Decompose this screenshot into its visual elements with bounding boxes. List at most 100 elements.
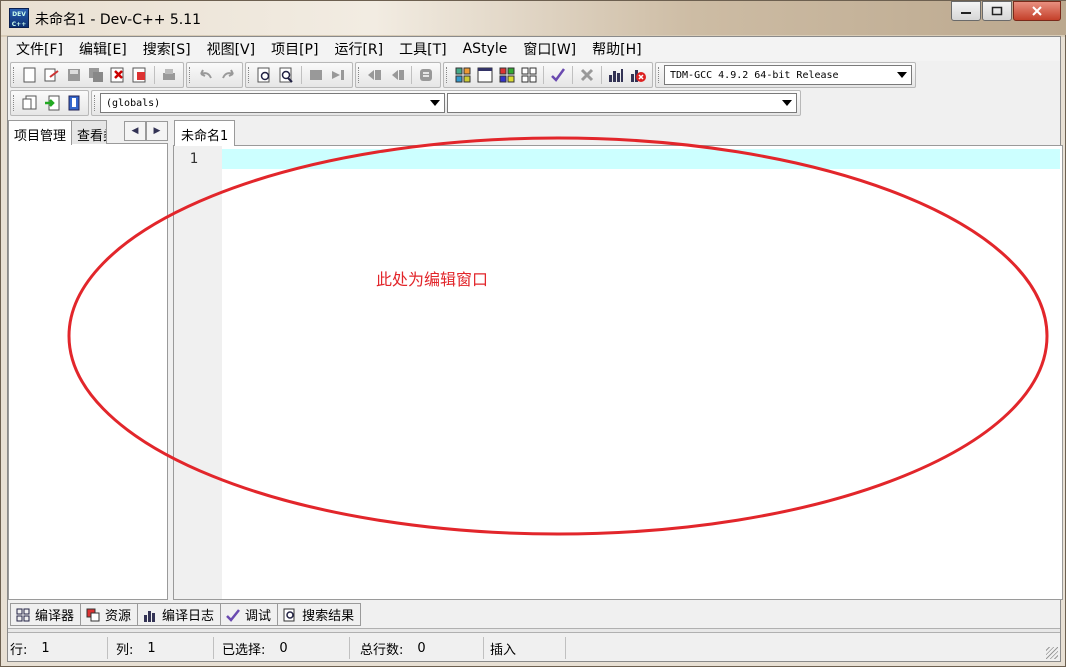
tab-compile-log-label: 编译日志: [162, 609, 215, 624]
tab-search-results-label: 搜索结果: [302, 609, 355, 624]
menu-view[interactable]: 视图[V]: [201, 39, 262, 59]
rebuild-button[interactable]: [519, 65, 539, 85]
save-button[interactable]: [64, 65, 84, 85]
save-all-button[interactable]: [86, 65, 106, 85]
compile-run-icon: [499, 67, 515, 83]
project-panel: 项目管理 查看类 ◀ ▶: [8, 120, 168, 600]
app-window: DEV C++ 未命名1 - Dev-C++ 5.11 文件[F] 编辑[E] 搜…: [0, 0, 1066, 667]
toggle-comment-button[interactable]: [416, 65, 436, 85]
toolbar-indent-group: [355, 62, 441, 88]
main-toolbar: TDM-GCC 4.9.2 64-bit Release: [10, 61, 918, 89]
status-row: 行: 1: [8, 637, 108, 659]
menu-file[interactable]: 文件[F]: [10, 39, 69, 59]
menu-project[interactable]: 项目[P]: [265, 39, 324, 59]
new-project-icon: [22, 95, 37, 110]
status-bar: 行: 1 列: 1 已选择: 0 总行数: 0 插入: [8, 635, 1060, 661]
status-col-value: 1: [147, 640, 156, 656]
run-button[interactable]: [475, 65, 495, 85]
replace-button[interactable]: [277, 65, 297, 85]
close-file-icon: [110, 67, 124, 83]
grid-icon: [15, 607, 31, 623]
menu-run[interactable]: 运行[R]: [328, 39, 389, 59]
bar-chart-icon: [609, 69, 623, 82]
syntax-check-button[interactable]: [548, 65, 568, 85]
editor-tab[interactable]: 未命名1: [174, 120, 236, 147]
tab-debug-label: 调试: [245, 609, 272, 624]
tab-debug[interactable]: 调试: [220, 603, 279, 626]
tab-project-manager[interactable]: 项目管理: [8, 120, 73, 145]
resize-grip[interactable]: [1046, 647, 1058, 659]
tab-compile-log[interactable]: 编译日志: [137, 603, 222, 626]
menu-search[interactable]: 搜索[S]: [137, 39, 197, 59]
compile-button[interactable]: [453, 65, 473, 85]
menu-help[interactable]: 帮助[H]: [586, 39, 647, 59]
status-total-label: 总行数:: [360, 642, 404, 658]
goto-button[interactable]: [306, 65, 326, 85]
output-tabs: 编译器 资源 编译日志 调试 搜索结果: [8, 603, 1060, 627]
tab-class-browser[interactable]: 查看类: [71, 120, 108, 144]
stop-execution-button[interactable]: [577, 65, 597, 85]
save-icon: [68, 69, 80, 81]
new-file-button[interactable]: [20, 65, 40, 85]
status-total-value: 0: [417, 640, 426, 656]
minimize-button[interactable]: [951, 1, 981, 21]
delete-profile-button[interactable]: [628, 65, 648, 85]
status-col-label: 列:: [116, 642, 134, 658]
minimize-icon: [961, 12, 971, 14]
check-icon: [225, 607, 241, 623]
status-selected-value: 0: [279, 640, 288, 656]
print-icon: [163, 69, 175, 80]
editor-tabs: 未命名1: [173, 120, 1063, 147]
menu-astyle[interactable]: AStyle: [457, 41, 514, 57]
indent-icon: [392, 70, 404, 80]
status-selected-label: 已选择:: [222, 642, 266, 658]
find-button[interactable]: [255, 65, 275, 85]
maximize-button[interactable]: [982, 1, 1012, 21]
project-panel-tabs: 项目管理 查看类 ◀ ▶: [8, 120, 168, 145]
undo-button[interactable]: [196, 65, 216, 85]
indent-button[interactable]: [387, 65, 407, 85]
tab-compiler[interactable]: 编译器: [10, 603, 82, 626]
devcpp-app-icon[interactable]: DEV C++: [9, 8, 29, 28]
menu-edit[interactable]: 编辑[E]: [73, 39, 133, 59]
goto-next-button[interactable]: [328, 65, 348, 85]
status-col: 列: 1: [108, 637, 214, 659]
menu-tools[interactable]: 工具[T]: [393, 39, 452, 59]
tab-search-results[interactable]: 搜索结果: [277, 603, 362, 626]
new-project-button[interactable]: [20, 93, 40, 113]
tab-scroll-left-button[interactable]: ◀: [124, 121, 146, 141]
line-number-gutter: 1: [174, 146, 222, 599]
add-to-project-button[interactable]: [42, 93, 62, 113]
close-button[interactable]: [1013, 1, 1061, 21]
run-window-icon: [477, 67, 493, 83]
remove-from-project-button[interactable]: [64, 93, 84, 113]
close-all-button[interactable]: [130, 65, 150, 85]
menu-window[interactable]: 窗口[W]: [517, 39, 582, 59]
close-file-button[interactable]: [108, 65, 128, 85]
tab-compiler-label: 编译器: [35, 609, 75, 624]
scope-select[interactable]: (globals): [100, 93, 445, 113]
arrow-right-icon: [332, 70, 344, 80]
tab-scroll-right-button[interactable]: ▶: [146, 121, 168, 141]
window-title: 未命名1 - Dev-C++ 5.11: [35, 12, 202, 28]
compile-run-button[interactable]: [497, 65, 517, 85]
compiler-select[interactable]: TDM-GCC 4.9.2 64-bit Release: [664, 65, 912, 85]
print-button[interactable]: [159, 65, 179, 85]
unindent-button[interactable]: [365, 65, 385, 85]
title-bar[interactable]: DEV C++ 未命名1 - Dev-C++ 5.11: [1, 1, 1066, 35]
toolbar-file-group: [10, 62, 184, 88]
editor-area: 未命名1 1: [173, 120, 1063, 600]
chevron-down-icon: [430, 100, 440, 106]
code-editor[interactable]: 1: [173, 146, 1063, 600]
function-select[interactable]: [447, 93, 797, 113]
open-file-button[interactable]: [42, 65, 62, 85]
resources-icon: [85, 607, 101, 623]
panel-splitter[interactable]: [8, 628, 1060, 633]
toolbar-search-group: [245, 62, 353, 88]
project-tree[interactable]: [8, 144, 168, 600]
secondary-toolbar: (globals): [10, 89, 803, 117]
profile-button[interactable]: [606, 65, 626, 85]
status-row-label: 行:: [10, 642, 28, 658]
redo-button[interactable]: [218, 65, 238, 85]
tab-resources[interactable]: 资源: [80, 603, 139, 626]
